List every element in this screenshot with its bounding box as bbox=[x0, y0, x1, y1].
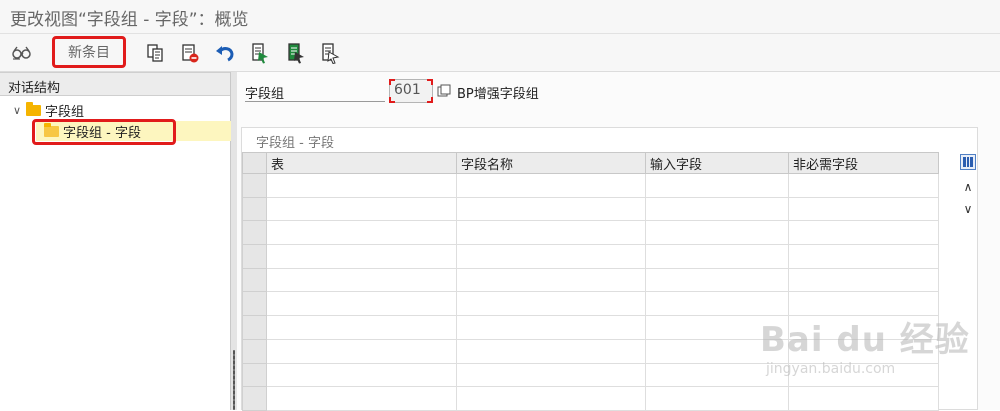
field-group-description: BP增强字段组 bbox=[457, 87, 539, 102]
field-group-label: 字段组 bbox=[245, 82, 385, 102]
table-row[interactable] bbox=[242, 220, 939, 246]
select-block-icon[interactable] bbox=[284, 41, 308, 65]
row-selector[interactable] bbox=[242, 291, 267, 317]
value-help-icon[interactable] bbox=[437, 83, 451, 97]
row-selector[interactable] bbox=[242, 220, 267, 246]
table-row[interactable] bbox=[242, 173, 939, 198]
baidu-watermark: Bai du 经验 jingyan.baidu.com bbox=[760, 312, 970, 377]
table-header-row: 表 字段名称 输入字段 非必需字段 bbox=[242, 152, 939, 174]
row-selector[interactable] bbox=[242, 338, 267, 364]
row-selector[interactable] bbox=[242, 362, 267, 388]
table-row[interactable] bbox=[242, 267, 939, 293]
table-row[interactable] bbox=[242, 386, 939, 411]
table-row[interactable] bbox=[242, 196, 939, 222]
title-bar: 更改视图“字段组 - 字段”：概览 bbox=[0, 0, 1000, 34]
select-all-icon[interactable] bbox=[248, 41, 272, 65]
dialog-structure-header: 对话结构 bbox=[0, 72, 230, 96]
row-selector[interactable] bbox=[242, 315, 267, 340]
chevron-down-icon[interactable]: ∨ bbox=[10, 104, 24, 117]
table-settings-icon[interactable] bbox=[960, 154, 976, 170]
glasses-icon[interactable] bbox=[10, 41, 34, 65]
column-header-input-field[interactable]: 输入字段 bbox=[645, 152, 789, 174]
column-header-field-name[interactable]: 字段名称 bbox=[456, 152, 646, 174]
column-header-table[interactable]: 表 bbox=[266, 152, 457, 174]
splitter-grip-icon[interactable] bbox=[233, 350, 235, 410]
row-selector[interactable] bbox=[242, 386, 267, 411]
tree-item-label: 字段组 - 字段 bbox=[63, 125, 141, 141]
undo-icon[interactable] bbox=[213, 41, 237, 65]
tree-item-label: 字段组 bbox=[45, 104, 85, 120]
watermark-url: jingyan.baidu.com bbox=[766, 361, 896, 377]
dialog-structure-panel: 对话结构 ∨ 字段组 字段组 - 字段 bbox=[0, 72, 231, 410]
row-selector[interactable] bbox=[242, 244, 267, 269]
row-selector[interactable] bbox=[242, 267, 267, 293]
tree-item-field-group-fields[interactable]: 字段组 - 字段 bbox=[36, 121, 231, 141]
group-title: 字段组 - 字段 bbox=[256, 136, 334, 151]
new-entry-button[interactable]: 新条目 bbox=[52, 36, 126, 68]
row-selector[interactable] bbox=[242, 196, 267, 222]
deselect-all-icon[interactable] bbox=[318, 41, 342, 65]
table-row[interactable] bbox=[242, 244, 939, 269]
field-group-value: 601 bbox=[394, 82, 421, 98]
page-title: 更改视图“字段组 - 字段”：概览 bbox=[10, 10, 249, 30]
column-header-optional-field[interactable]: 非必需字段 bbox=[788, 152, 939, 174]
row-selector[interactable] bbox=[242, 173, 267, 198]
toolbar: 新条目 bbox=[0, 34, 1000, 72]
row-selector-header[interactable] bbox=[242, 152, 267, 174]
field-group-input[interactable]: 601 bbox=[389, 79, 433, 103]
watermark-brand: Bai du 经验 bbox=[760, 320, 970, 360]
folder-icon bbox=[26, 101, 41, 116]
tree-item-field-group[interactable]: ∨ 字段组 bbox=[10, 100, 84, 120]
scroll-down-icon[interactable]: ∨ bbox=[960, 202, 976, 218]
delete-icon[interactable] bbox=[178, 41, 202, 65]
copy-icon[interactable] bbox=[143, 41, 167, 65]
scroll-up-icon[interactable]: ∧ bbox=[960, 180, 976, 196]
folder-open-icon bbox=[44, 122, 59, 137]
